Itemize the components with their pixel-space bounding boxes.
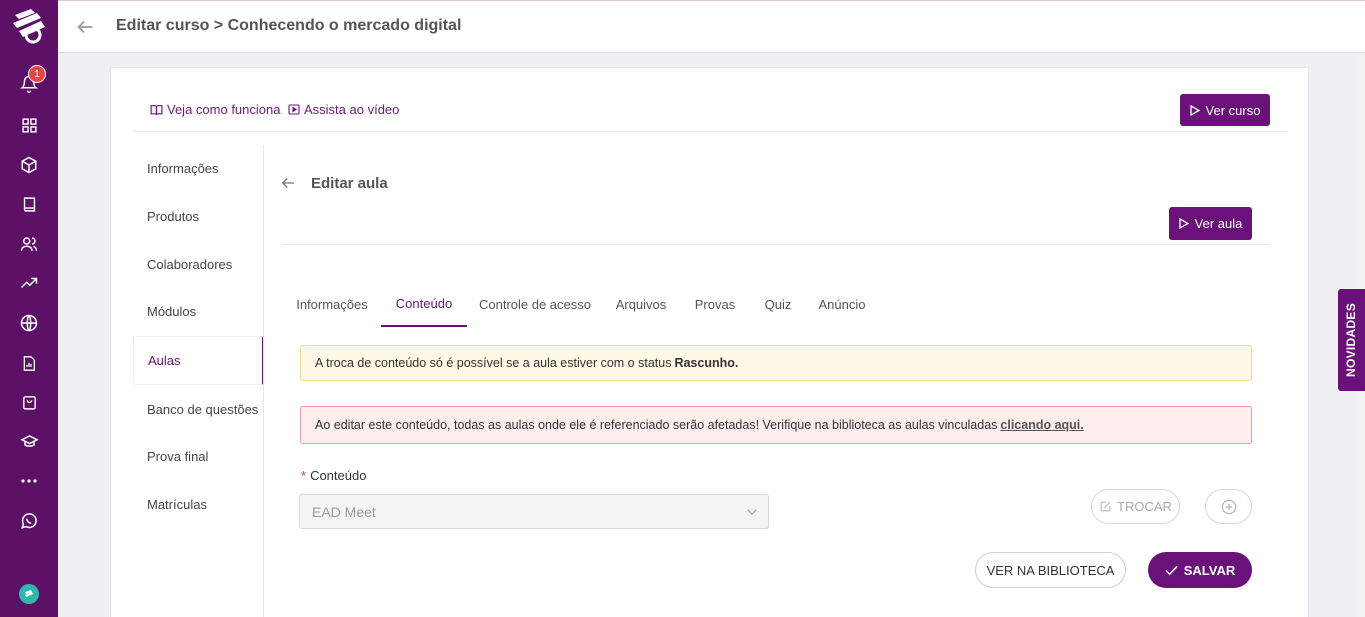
news-side-tab-label: NOVIDADES xyxy=(1344,302,1359,378)
plus-circle-icon xyxy=(1221,499,1236,514)
chevron-down-icon xyxy=(747,509,757,515)
watch-video-link[interactable]: Assista ao vídeo xyxy=(288,102,399,117)
edit-icon xyxy=(1100,501,1111,512)
tab-informacoes[interactable]: Informações xyxy=(282,282,382,327)
sidebar: 1 xyxy=(0,0,58,617)
tab-arquivos[interactable]: Arquivos xyxy=(609,282,673,327)
reference-danger-alert: Ao editar este conteúdo, todas as aulas … xyxy=(300,406,1252,444)
play-icon xyxy=(1178,218,1189,229)
top-header: Editar curso > Conhecendo o mercado digi… xyxy=(58,0,1365,53)
grid-icon[interactable] xyxy=(17,113,41,137)
news-side-tab[interactable]: NOVIDADES xyxy=(1338,289,1365,391)
bag-icon[interactable] xyxy=(17,390,41,414)
view-lesson-button[interactable]: Ver aula xyxy=(1169,207,1252,240)
swap-label: TROCAR xyxy=(1117,499,1172,514)
nav-item-modulos[interactable]: Módulos xyxy=(133,287,264,335)
warning-text: A troca de conteúdo só é possível se a a… xyxy=(315,356,672,370)
nav-item-produtos[interactable]: Produtos xyxy=(133,192,264,240)
content-select-value: EAD Meet xyxy=(312,503,376,520)
back-arrow-icon[interactable] xyxy=(74,16,96,38)
swap-button[interactable]: TROCAR xyxy=(1091,489,1180,524)
play-icon xyxy=(1189,104,1200,116)
trending-up-icon[interactable] xyxy=(17,271,41,295)
video-icon xyxy=(288,104,300,115)
save-button[interactable]: SALVAR xyxy=(1148,552,1252,588)
view-course-button[interactable]: Ver curso xyxy=(1180,94,1270,126)
tab-conteudo[interactable]: Conteúdo xyxy=(381,282,467,327)
lesson-title: Editar aula xyxy=(311,175,388,192)
nav-item-banco-de-questoes[interactable]: Banco de questões xyxy=(133,385,264,433)
tab-provas[interactable]: Provas xyxy=(687,282,743,327)
more-icon[interactable] xyxy=(17,469,41,493)
tab-controle-de-acesso[interactable]: Controle de acesso xyxy=(476,282,594,327)
header-divider xyxy=(133,131,1288,132)
content-field-label: * Conteúdo xyxy=(301,468,366,483)
view-course-label: Ver curso xyxy=(1205,102,1261,118)
required-asterisk: * xyxy=(301,468,307,483)
danger-text: Ao editar este conteúdo, todas as aulas … xyxy=(315,418,998,432)
tab-quiz[interactable]: Quiz xyxy=(756,282,800,327)
content-select[interactable]: EAD Meet xyxy=(299,494,769,529)
view-lesson-label: Ver aula xyxy=(1194,216,1243,231)
whatsapp-icon[interactable] xyxy=(17,509,41,533)
lesson-back-arrow-icon[interactable] xyxy=(279,174,299,194)
nav-item-matriculas[interactable]: Matrículas xyxy=(133,480,264,528)
users-icon[interactable] xyxy=(17,232,41,256)
how-it-works-link[interactable]: Veja como funciona xyxy=(150,102,280,117)
main-card: Veja como funciona Assista ao vídeo Ver … xyxy=(110,67,1309,617)
view-library-button[interactable]: VER NA BIBLIOTECA xyxy=(975,552,1126,588)
nav-item-prova-final[interactable]: Prova final xyxy=(133,432,264,480)
save-label: SALVAR xyxy=(1183,562,1236,578)
how-it-works-label: Veja como funciona xyxy=(167,102,281,117)
graduation-cap-icon[interactable] xyxy=(17,430,41,454)
library-link[interactable]: clicando aqui. xyxy=(1000,418,1083,432)
add-content-button[interactable] xyxy=(1205,489,1252,524)
status-warning-alert: A troca de conteúdo só é possível se a a… xyxy=(300,345,1252,381)
report-icon[interactable] xyxy=(17,351,41,375)
nav-item-aulas[interactable]: Aulas xyxy=(133,336,264,385)
globe-icon[interactable] xyxy=(17,311,41,335)
avatar[interactable] xyxy=(19,584,39,604)
book-open-icon xyxy=(150,104,163,115)
check-icon xyxy=(1165,565,1178,575)
lesson-divider xyxy=(282,244,1270,245)
watch-video-label: Assista ao vídeo xyxy=(304,102,400,117)
book-icon[interactable] xyxy=(17,192,41,216)
content-label-text: Conteúdo xyxy=(310,468,367,483)
logo-icon[interactable] xyxy=(9,5,49,45)
notification-badge: 1 xyxy=(28,65,46,83)
tab-anuncio[interactable]: Anúncio xyxy=(812,282,872,327)
warning-status: Rascunho. xyxy=(674,356,739,370)
page-title: Editar curso > Conhecendo o mercado digi… xyxy=(116,17,462,34)
nav-item-colaboradores[interactable]: Colaboradores xyxy=(133,240,264,288)
side-nav-divider xyxy=(263,145,264,617)
nav-item-informacoes[interactable]: Informações xyxy=(133,144,264,192)
box-icon[interactable] xyxy=(17,153,41,177)
